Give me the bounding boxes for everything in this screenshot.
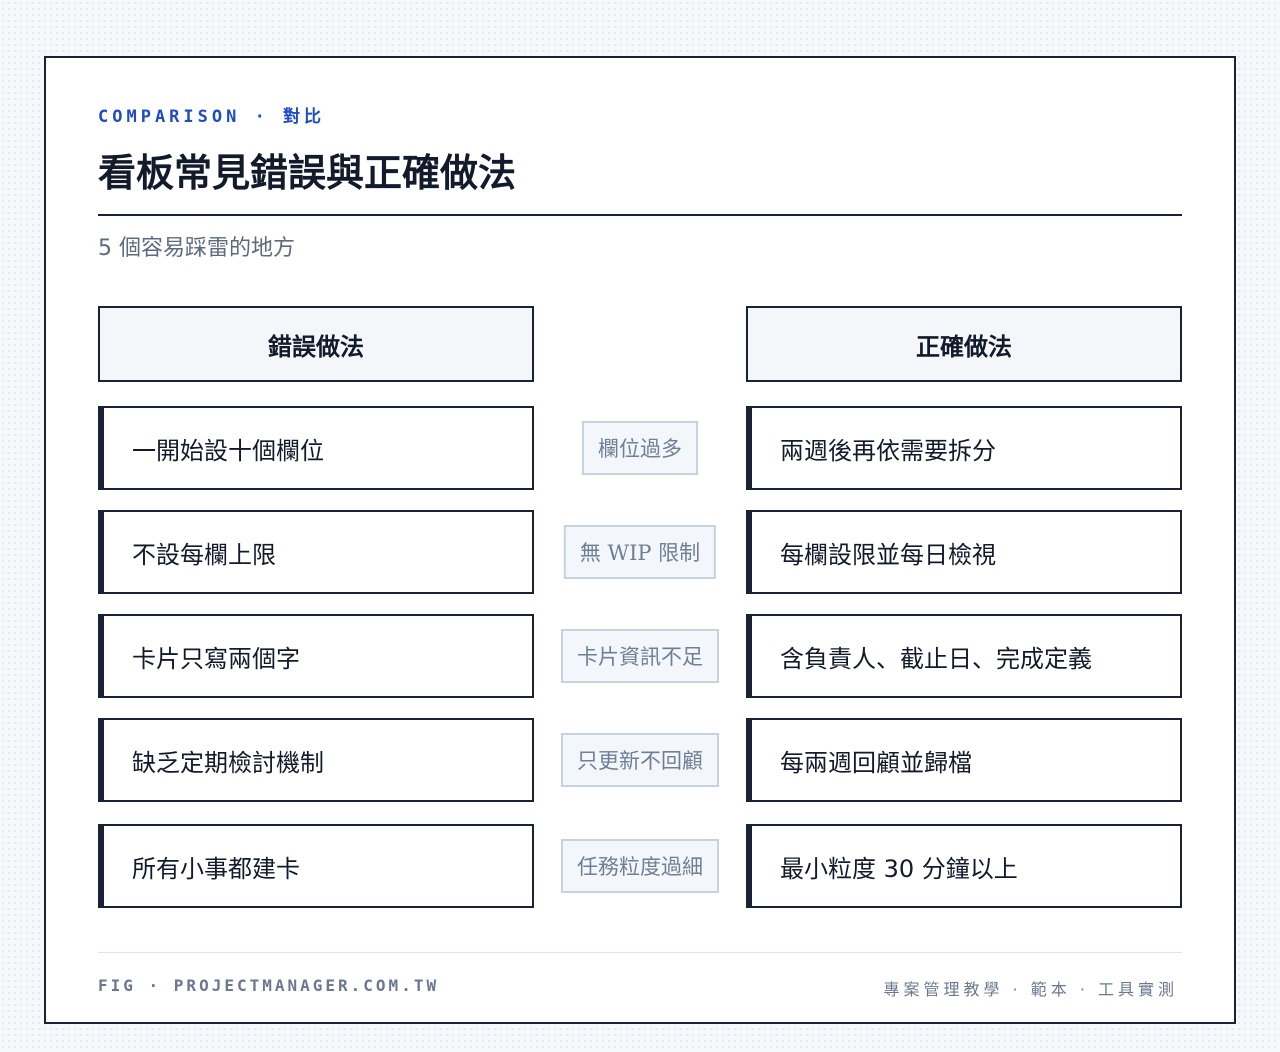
page-title: 看板常見錯誤與正確做法 bbox=[98, 150, 517, 195]
issue-tag: 無 WIP 限制 bbox=[563, 525, 717, 579]
wrong-practice-card: 一開始設十個欄位 bbox=[98, 406, 534, 490]
right-practice-card: 最小粒度 30 分鐘以上 bbox=[746, 824, 1182, 908]
right-practice-card: 每欄設限並每日檢視 bbox=[746, 510, 1182, 594]
footer-source: FIG · PROJECTMANAGER.COM.TW bbox=[98, 976, 440, 995]
issue-tag: 欄位過多 bbox=[582, 421, 698, 475]
eyebrow-label: COMPARISON · 對比 bbox=[98, 107, 326, 127]
right-practice-card: 每兩週回顧並歸檔 bbox=[746, 718, 1182, 802]
right-practice-card: 含負責人、截止日、完成定義 bbox=[746, 614, 1182, 698]
issue-tag: 卡片資訊不足 bbox=[561, 629, 719, 683]
figure-card: COMPARISON · 對比 看板常見錯誤與正確做法 5 個容易踩雷的地方 錯… bbox=[44, 56, 1236, 1024]
wrong-practice-card: 缺乏定期檢討機制 bbox=[98, 718, 534, 802]
subtitle: 5 個容易踩雷的地方 bbox=[98, 236, 295, 261]
right-column-header: 正確做法 bbox=[746, 306, 1182, 382]
wrong-practice-card: 不設每欄上限 bbox=[98, 510, 534, 594]
wrong-column-header: 錯誤做法 bbox=[98, 306, 534, 382]
footer-divider bbox=[98, 952, 1182, 953]
wrong-practice-card: 卡片只寫兩個字 bbox=[98, 614, 534, 698]
issue-tag: 只更新不回顧 bbox=[561, 733, 719, 787]
right-practice-card: 兩週後再依需要拆分 bbox=[746, 406, 1182, 490]
wrong-practice-card: 所有小事都建卡 bbox=[98, 824, 534, 908]
footer-tagline: 專案管理教學 · 範本 · 工具實測 bbox=[883, 980, 1178, 999]
issue-tag: 任務粒度過細 bbox=[561, 839, 719, 893]
title-divider bbox=[98, 214, 1182, 216]
